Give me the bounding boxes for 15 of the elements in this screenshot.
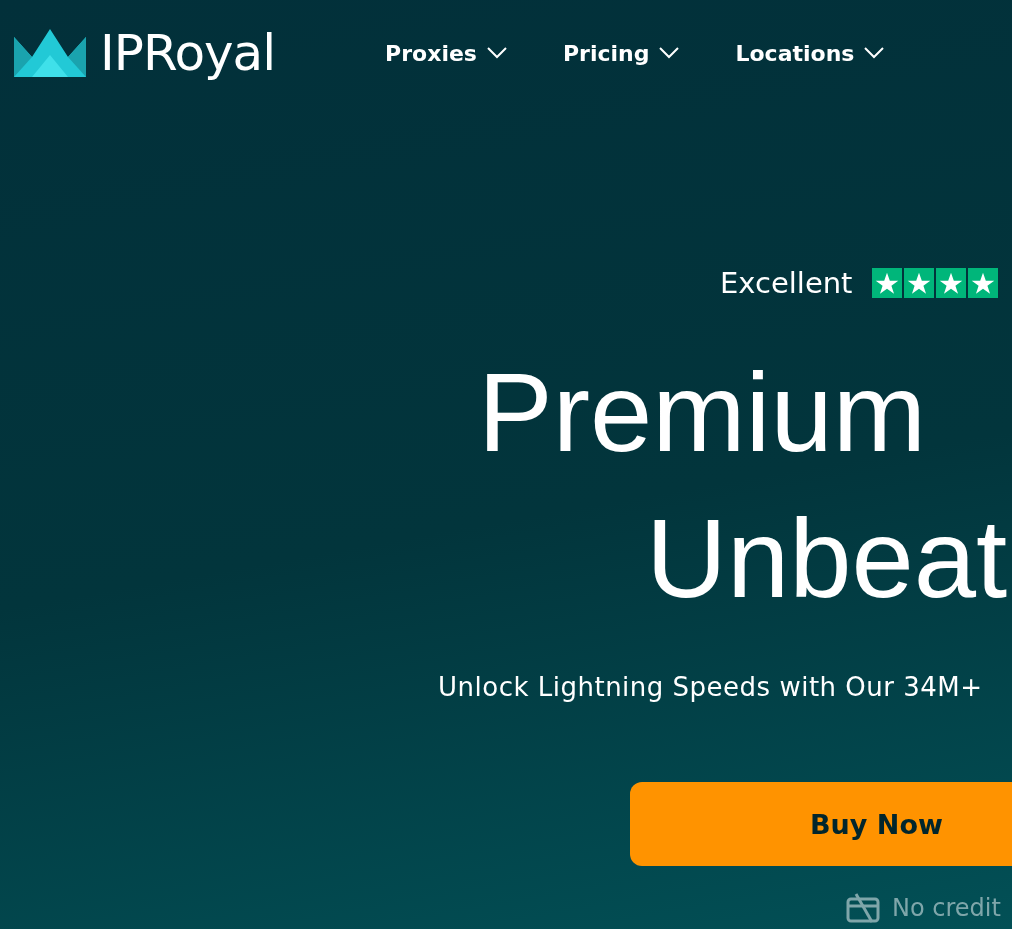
chevron-down-icon: [864, 47, 885, 59]
buy-now-button[interactable]: Buy Now: [630, 782, 1012, 866]
crossed-card-icon: [846, 892, 882, 924]
no-credit-note: No credit: [892, 894, 1001, 922]
crown-logo-icon: [14, 29, 86, 77]
chevron-down-icon: [486, 47, 507, 59]
nav-menu-item[interactable]: Locations: [735, 40, 885, 66]
chevron-down-icon: [659, 47, 680, 59]
nav-menu-item[interactable]: Pricing: [562, 40, 680, 66]
logo-text: IPRoyal: [100, 24, 276, 82]
nav-menu-item[interactable]: Proxies: [385, 40, 507, 66]
hero-subtitle: Unlock Lightning Speeds with Our 34M+: [438, 672, 983, 702]
headline-line: Premium: [478, 349, 928, 477]
headline-line: Unbeat: [646, 495, 1008, 623]
rating-label: Excellent: [720, 266, 853, 300]
